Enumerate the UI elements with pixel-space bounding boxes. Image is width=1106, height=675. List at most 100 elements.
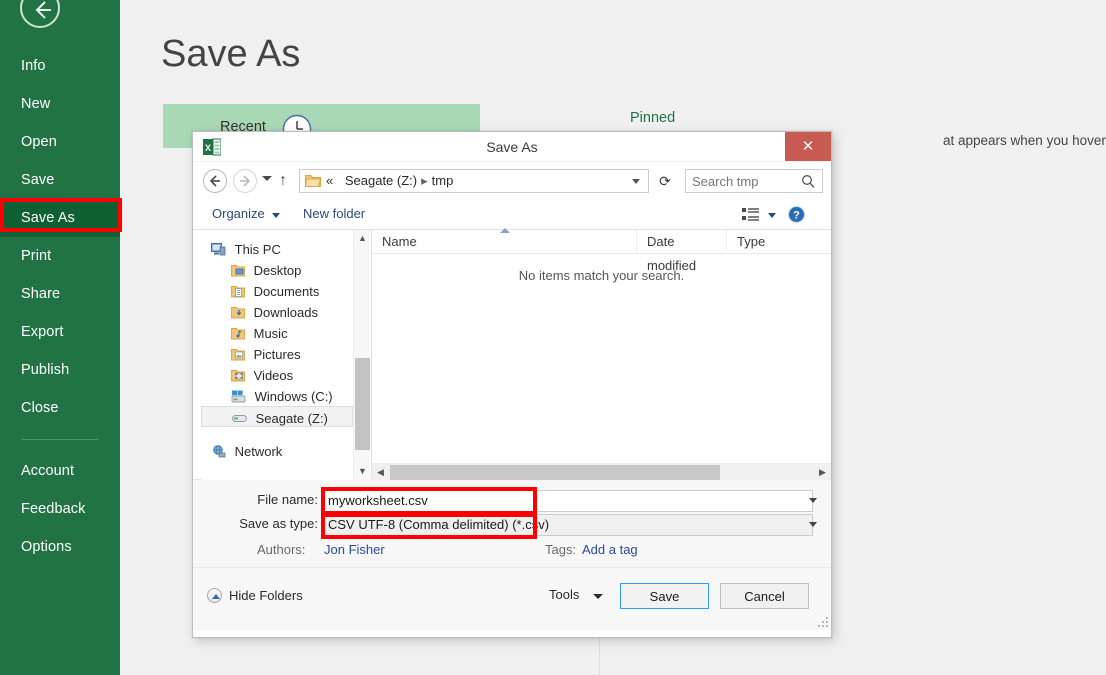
help-icon[interactable]: ? <box>788 206 805 228</box>
dialog-form: File name: myworksheet.csv Save as type:… <box>193 480 831 568</box>
navigation-tree-scrollbar[interactable]: ▲ ▼ <box>353 230 370 480</box>
music-folder-icon <box>231 327 245 340</box>
file-list-column-headers: Name Date modified Type <box>372 230 831 254</box>
search-input[interactable] <box>692 170 800 192</box>
organize-button[interactable]: Organize <box>212 206 265 221</box>
tree-item-downloads[interactable]: Downloads <box>201 301 353 322</box>
column-header-name[interactable]: Name <box>372 230 637 254</box>
screen: Save As Recent <box>0 0 1106 675</box>
file-list-horizontal-scrollbar[interactable]: ◀ ▶ <box>372 463 831 480</box>
sidebar-top-group: Info New Open Save Save As Print Share E… <box>0 47 120 566</box>
sidebar-item-print[interactable]: Print <box>0 237 120 275</box>
tree-item-windows-c[interactable]: Windows (C:) <box>201 385 353 406</box>
tree-item-label: Desktop <box>254 263 302 278</box>
folder-icon <box>305 174 321 188</box>
scrollbar-thumb[interactable] <box>355 358 370 450</box>
chevron-down-icon[interactable] <box>768 213 776 218</box>
tree-item-label: Seagate (Z:) <box>256 411 328 426</box>
sidebar-item-new[interactable]: New <box>0 85 120 123</box>
tree-item-this-pc[interactable]: This PC <box>201 238 353 259</box>
save-as-type-label: Save as type: <box>223 516 318 531</box>
tags-add-link[interactable]: Add a tag <box>582 542 638 557</box>
scrollbar-thumb[interactable] <box>390 465 720 480</box>
scroll-up-icon[interactable]: ▲ <box>354 230 371 247</box>
forward-arrow-icon[interactable] <box>233 169 257 193</box>
scroll-right-icon[interactable]: ▶ <box>814 464 831 481</box>
chevron-down-icon[interactable] <box>593 594 603 599</box>
network-icon <box>211 445 226 458</box>
sidebar-item-publish[interactable]: Publish <box>0 351 120 389</box>
sidebar-item-open[interactable]: Open <box>0 123 120 161</box>
scroll-down-icon[interactable]: ▼ <box>354 463 371 480</box>
tree-item-network[interactable]: Network <box>201 440 353 461</box>
sidebar-item-save-as[interactable]: Save As <box>0 199 120 237</box>
tree-item-label: Documents <box>254 284 320 299</box>
sidebar-item-export[interactable]: Export <box>0 313 120 351</box>
sidebar-item-save[interactable]: Save <box>0 161 120 199</box>
save-as-type-select[interactable]: CSV UTF-8 (Comma delimited) (*.csv) <box>323 514 813 536</box>
scroll-left-icon[interactable]: ◀ <box>372 464 389 481</box>
dialog-body: This PC Desktop <box>193 230 831 480</box>
sidebar-item-options[interactable]: Options <box>0 528 120 566</box>
tree-item-pictures[interactable]: Pictures <box>201 343 353 364</box>
breadcrumb-item-tmp[interactable]: tmp <box>432 173 454 188</box>
sidebar-item-share[interactable]: Share <box>0 275 120 313</box>
close-icon[interactable]: ✕ <box>785 132 831 161</box>
up-arrow-icon[interactable]: ↑ <box>279 172 287 190</box>
tree-item-label: Windows (C:) <box>255 389 333 404</box>
authors-value[interactable]: Jon Fisher <box>324 542 385 557</box>
file-name-input[interactable]: myworksheet.csv <box>323 490 813 512</box>
chevron-down-icon[interactable] <box>809 522 817 527</box>
tools-button[interactable]: Tools <box>549 587 579 602</box>
svg-text:?: ? <box>793 210 800 222</box>
tree-item-label: Videos <box>254 368 294 383</box>
column-header-type[interactable]: Type <box>727 230 817 254</box>
file-list: Name Date modified Type No items match y… <box>372 230 831 480</box>
file-name-label: File name: <box>223 492 318 507</box>
authors-label: Authors: <box>257 542 305 557</box>
dialog-title: Save As <box>193 139 831 155</box>
cancel-button[interactable]: Cancel <box>720 583 809 609</box>
tree-item-label: Pictures <box>254 347 301 362</box>
view-layout-icon[interactable] <box>742 207 760 228</box>
downloads-folder-icon <box>231 306 245 319</box>
drive-windows-icon <box>231 390 246 403</box>
new-folder-button[interactable]: New folder <box>303 206 365 221</box>
chevron-down-icon[interactable] <box>262 176 272 181</box>
dialog-toolbar: Organize New folder ? <box>193 200 831 230</box>
page-title: Save As <box>161 33 300 76</box>
tree-item-seagate-z[interactable]: Seagate (Z:) <box>201 406 353 427</box>
save-button[interactable]: Save <box>620 583 709 609</box>
breadcrumb: « Seagate (Z:)▸tmp <box>326 170 453 192</box>
column-header-date-modified[interactable]: Date modified <box>637 230 727 254</box>
breadcrumb-prefix: « <box>326 173 333 188</box>
resize-grip[interactable] <box>818 617 828 627</box>
pictures-folder-icon <box>231 348 245 361</box>
tree-item-desktop[interactable]: Desktop <box>201 259 353 280</box>
dialog-titlebar[interactable]: X Save As ✕ <box>193 132 831 162</box>
sidebar-item-close[interactable]: Close <box>0 389 120 427</box>
back-arrow-icon[interactable] <box>203 169 227 193</box>
address-bar[interactable]: « Seagate (Z:)▸tmp <box>299 169 649 193</box>
search-box[interactable] <box>685 169 823 193</box>
tree-item-documents[interactable]: Documents <box>201 280 353 301</box>
chevron-down-icon[interactable] <box>272 213 280 218</box>
sidebar-item-account[interactable]: Account <box>0 452 120 490</box>
pinned-label: Pinned <box>630 110 675 126</box>
tree-item-videos[interactable]: Videos <box>201 364 353 385</box>
refresh-icon[interactable]: ⟳ <box>653 169 677 193</box>
sidebar-item-feedback[interactable]: Feedback <box>0 490 120 528</box>
collapse-icon <box>207 588 222 603</box>
chevron-down-icon[interactable] <box>809 498 817 503</box>
tags-label: Tags: <box>545 542 576 557</box>
back-arrow-icon[interactable] <box>20 0 60 28</box>
breadcrumb-item-seagate[interactable]: Seagate (Z:) <box>345 173 417 188</box>
chevron-down-icon[interactable] <box>632 179 640 184</box>
sidebar-divider <box>21 439 99 440</box>
hide-folders-button[interactable]: Hide Folders <box>207 588 303 603</box>
tree-item-label: Music <box>254 326 288 341</box>
save-as-dialog: X Save As ✕ ↑ <box>192 131 832 638</box>
tree-item-label: Downloads <box>254 305 318 320</box>
sidebar-item-info[interactable]: Info <box>0 47 120 85</box>
tree-item-music[interactable]: Music <box>201 322 353 343</box>
